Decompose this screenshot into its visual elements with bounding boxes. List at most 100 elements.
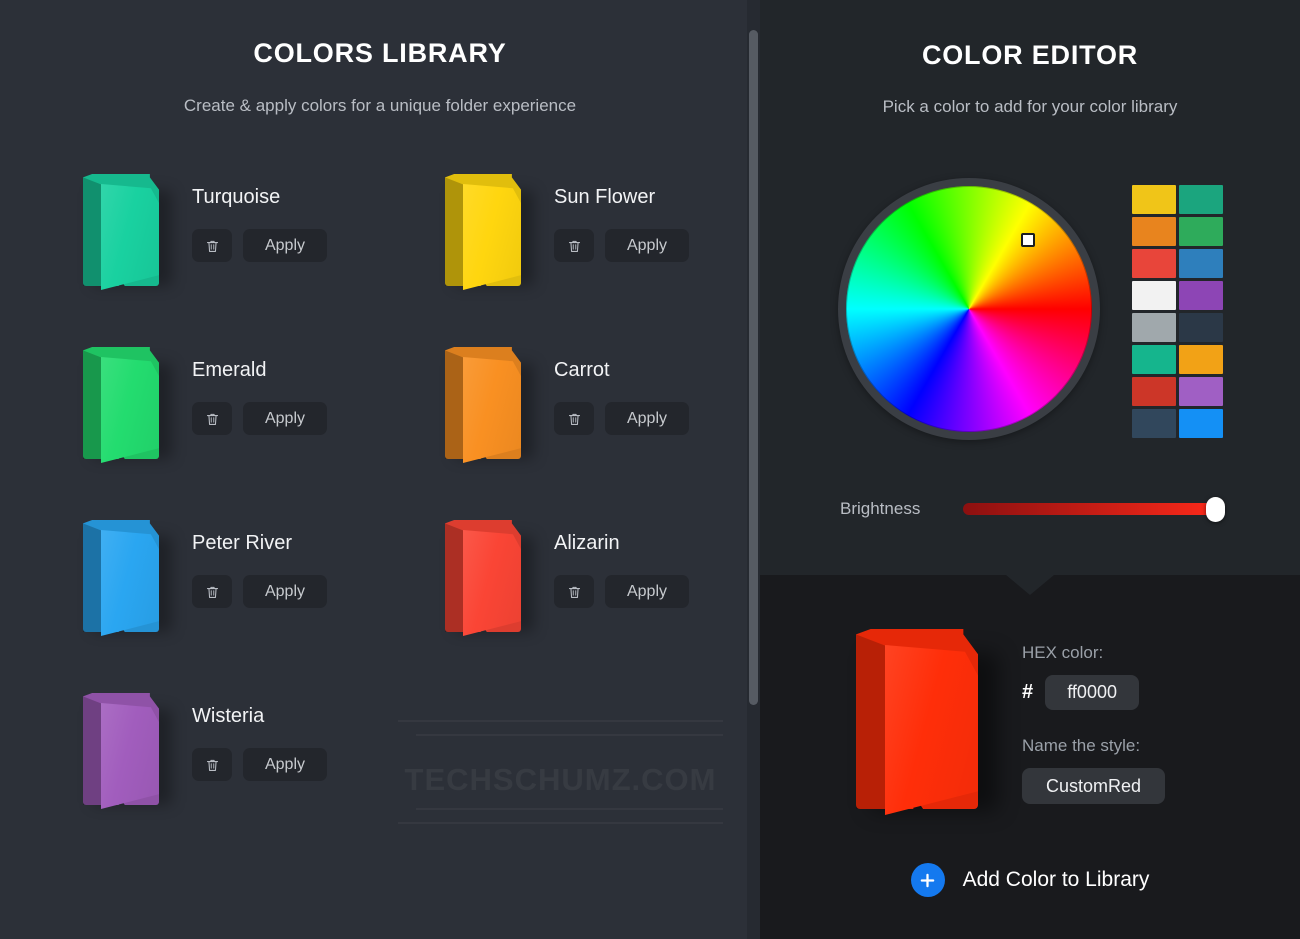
brightness-slider-thumb[interactable]	[1206, 497, 1225, 522]
folder-icon	[78, 172, 172, 290]
folder-icon-highlight	[101, 530, 159, 636]
hex-color-input[interactable]	[1045, 675, 1140, 710]
folder-preview	[850, 627, 1000, 822]
apply-color-button[interactable]: Apply	[243, 402, 327, 435]
folder-icon-highlight	[463, 184, 521, 290]
apply-color-button[interactable]: Apply	[605, 229, 689, 262]
color-swatch[interactable]	[1132, 313, 1176, 342]
color-swatch[interactable]	[1179, 313, 1223, 342]
style-name-input[interactable]	[1022, 768, 1165, 804]
delete-color-button[interactable]	[554, 575, 594, 608]
apply-color-button[interactable]: Apply	[605, 575, 689, 608]
folder-meta: Emerald Apply	[192, 343, 327, 435]
hash-symbol: #	[1022, 681, 1034, 703]
folder-meta: Turquoise Apply	[192, 170, 327, 262]
color-swatch[interactable]	[1179, 377, 1223, 406]
add-color-label: Add Color to Library	[962, 868, 1150, 891]
brightness-slider[interactable]	[963, 497, 1225, 522]
brightness-label: Brightness	[840, 499, 921, 518]
style-name-label: Name the style:	[1022, 736, 1141, 755]
delete-color-button[interactable]	[192, 575, 232, 608]
watermark-rule	[398, 720, 723, 722]
color-swatch[interactable]	[1132, 345, 1176, 374]
delete-color-button[interactable]	[192, 748, 232, 781]
new-color-editor: HEX color: # Name the style: Add Color t…	[760, 575, 1300, 939]
folder-icon	[440, 345, 534, 463]
apply-color-button[interactable]: Apply	[605, 402, 689, 435]
folder-name: Turquoise	[192, 186, 281, 208]
editor-subtitle: Pick a color to add for your color libra…	[882, 97, 1178, 116]
color-swatch[interactable]	[1132, 377, 1176, 406]
color-swatch[interactable]	[1179, 217, 1223, 246]
color-swatch[interactable]	[1132, 185, 1176, 214]
delete-color-button[interactable]	[554, 229, 594, 262]
folder-meta: Alizarin Apply	[554, 516, 689, 608]
color-wheel-cursor[interactable]	[1021, 233, 1036, 248]
library-header: COLORS LIBRARY Create & apply colors for…	[0, 0, 760, 116]
color-swatch[interactable]	[1179, 281, 1223, 310]
apply-color-button[interactable]: Apply	[243, 229, 327, 262]
delete-color-button[interactable]	[192, 402, 232, 435]
folder-name: Sun Flower	[554, 186, 656, 208]
add-color-button[interactable]: Add Color to Library	[760, 863, 1300, 897]
folder-actions: Apply	[192, 575, 327, 608]
folder-icon	[78, 518, 172, 636]
list-item: Carrot Apply	[440, 343, 760, 516]
folder-icon-highlight	[101, 184, 159, 290]
color-swatch[interactable]	[1179, 345, 1223, 374]
list-item: Turquoise Apply	[78, 170, 418, 343]
folder-icon-highlight	[463, 530, 521, 636]
folder-icon-highlight	[101, 357, 159, 463]
watermark-rule	[416, 734, 723, 736]
folder-actions: Apply	[192, 748, 327, 781]
list-item: Sun Flower Apply	[440, 170, 760, 343]
color-swatch[interactable]	[1179, 249, 1223, 278]
list-item: Peter River Apply	[78, 516, 418, 689]
folder-actions: Apply	[554, 402, 689, 435]
color-swatch[interactable]	[1132, 217, 1176, 246]
folder-meta: Sun Flower Apply	[554, 170, 689, 262]
folder-actions: Apply	[554, 229, 689, 262]
folder-icon	[78, 691, 172, 809]
watermark: TECHSCHUMZ.COM	[398, 712, 723, 830]
folder-icon	[78, 345, 172, 463]
watermark-rule	[416, 808, 723, 810]
editor-header: COLOR EDITOR Pick a color to add for you…	[760, 0, 1300, 117]
color-picker-row	[760, 175, 1300, 445]
library-subtitle: Create & apply colors for a unique folde…	[183, 96, 577, 115]
color-folder-app: COLORS LIBRARY Create & apply colors for…	[0, 0, 1300, 939]
apply-color-button[interactable]: Apply	[243, 575, 327, 608]
editor-title: COLOR EDITOR	[921, 40, 1139, 70]
watermark-text: TECHSCHUMZ.COM	[404, 762, 717, 797]
page-title: COLORS LIBRARY	[253, 38, 507, 68]
color-swatch[interactable]	[1132, 249, 1176, 278]
colors-library-panel: COLORS LIBRARY Create & apply colors for…	[0, 0, 760, 939]
folder-name: Alizarin	[554, 532, 620, 554]
color-swatch[interactable]	[1179, 409, 1223, 438]
color-wheel-container	[838, 178, 1100, 440]
color-editor-panel: COLOR EDITOR Pick a color to add for you…	[760, 0, 1300, 939]
folder-name: Peter River	[192, 532, 293, 554]
folder-preview-highlight	[885, 645, 978, 815]
color-swatch[interactable]	[1132, 409, 1176, 438]
color-wheel[interactable]	[846, 186, 1092, 432]
folder-meta: Wisteria Apply	[192, 689, 327, 781]
delete-color-button[interactable]	[554, 402, 594, 435]
folder-name: Wisteria	[192, 705, 265, 727]
folder-meta: Carrot Apply	[554, 343, 689, 435]
scrollbar-thumb[interactable]	[749, 30, 758, 705]
folder-icon	[440, 518, 534, 636]
folder-name: Emerald	[192, 359, 267, 381]
panel-notch-icon	[1006, 575, 1054, 595]
apply-color-button[interactable]: Apply	[243, 748, 327, 781]
folder-actions: Apply	[554, 575, 689, 608]
delete-color-button[interactable]	[192, 229, 232, 262]
folder-meta: Peter River Apply	[192, 516, 327, 608]
color-swatch[interactable]	[1179, 185, 1223, 214]
scrollbar[interactable]	[747, 0, 760, 939]
hex-input-row: #	[1022, 675, 1282, 710]
watermark-rule	[398, 822, 723, 824]
preset-swatch-grid	[1132, 185, 1224, 438]
plus-icon	[910, 863, 945, 897]
color-swatch[interactable]	[1132, 281, 1176, 310]
